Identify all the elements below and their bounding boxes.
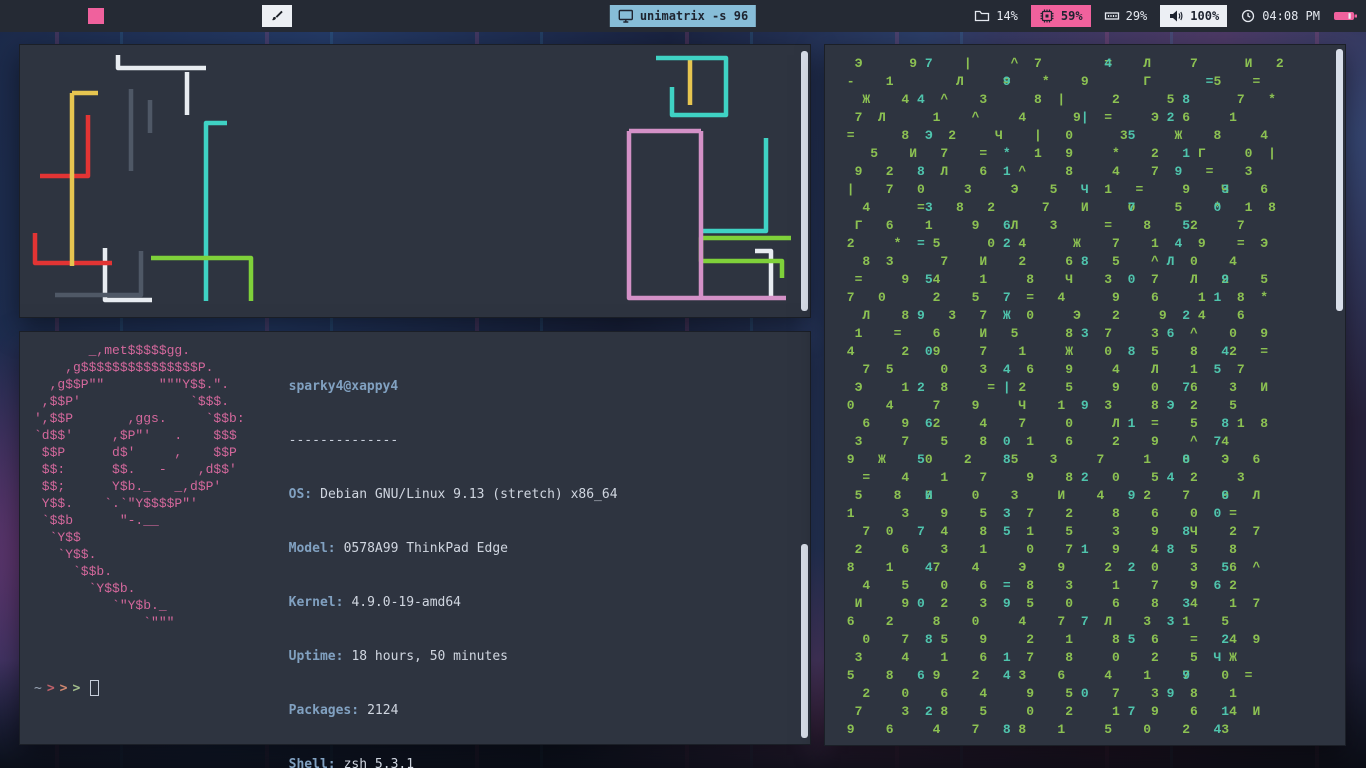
info-row-packages: Packages: 2124 bbox=[288, 703, 399, 718]
cpu-module[interactable]: 59% bbox=[1030, 5, 1091, 27]
info-row-shell: Shell: zsh 5.3.1 bbox=[288, 757, 415, 768]
matrix-terminal-window[interactable]: Э 9 | ^ 7 = Л 7 И 2 - 1 Л = * 9 Г 5 = Ж … bbox=[825, 45, 1345, 745]
launcher-module[interactable] bbox=[262, 5, 292, 27]
neofetch-output: _,met$$$$$gg. ,g$$$$$$$$$$$$$$$P. ,g$$P"… bbox=[34, 342, 794, 768]
speaker-icon bbox=[1170, 10, 1183, 22]
cpu-usage-text: 59% bbox=[1060, 9, 1083, 23]
prompt-chevron: > bbox=[46, 680, 55, 696]
top-bar: unimatrix -s 96 14% 59% 29% 100% 04:08 P… bbox=[0, 0, 1366, 32]
prompt-chevron: > bbox=[72, 680, 81, 696]
neofetch-scrollbar[interactable] bbox=[801, 544, 808, 738]
desktop: unimatrix -s 96 14% 59% 29% 100% 04:08 P… bbox=[0, 0, 1366, 768]
ram-icon bbox=[1104, 12, 1119, 20]
terminal-icon bbox=[618, 9, 634, 23]
info-row-uptime: Uptime: 18 hours, 50 minutes bbox=[288, 649, 508, 664]
info-row-kernel: Kernel: 4.9.0-19-amd64 bbox=[288, 595, 462, 610]
disk-module[interactable]: 14% bbox=[974, 5, 1018, 27]
battery-icon bbox=[1334, 12, 1357, 20]
matrix-rain-cyan: 7 4 9 = 4 8 | 2 Э 5 * 1 8 1 9 Ч 3 3 7 0 … bbox=[917, 56, 1230, 737]
matrix-scrollbar[interactable] bbox=[1336, 49, 1343, 311]
volume-module[interactable]: 100% bbox=[1160, 5, 1228, 27]
disk-usage-text: 14% bbox=[996, 9, 1018, 23]
cpu-icon bbox=[1040, 9, 1054, 23]
memory-usage-text: 29% bbox=[1125, 9, 1148, 23]
neofetch-title: sparky4@xappy4 bbox=[288, 379, 399, 394]
system-info: sparky4@xappy4 -------------- OS: Debian … bbox=[289, 342, 626, 768]
clock-module[interactable]: 04:08 PM bbox=[1240, 5, 1320, 27]
pipes-pink-group bbox=[626, 128, 786, 301]
pipes-cyan-group bbox=[203, 55, 769, 301]
bar-right-modules: 14% 59% 29% 100% 04:08 PM bbox=[974, 0, 1358, 32]
neofetch-terminal-window[interactable]: _,met$$$$$gg. ,g$$$$$$$$$$$$$$$P. ,g$$P"… bbox=[20, 332, 810, 768]
window-title-module[interactable]: unimatrix -s 96 bbox=[609, 5, 757, 27]
prompt-chevron: > bbox=[59, 680, 68, 696]
memory-module[interactable]: 29% bbox=[1104, 5, 1148, 27]
terminal-cursor bbox=[90, 680, 100, 696]
time-text: 04:08 PM bbox=[1262, 9, 1320, 23]
battery-module[interactable] bbox=[1333, 5, 1358, 27]
paintbrush-icon bbox=[271, 10, 283, 21]
info-row-os: OS: Debian GNU/Linux 9.13 (stretch) x86_6… bbox=[288, 487, 618, 502]
prompt-cwd: ~ bbox=[34, 680, 42, 696]
debian-ascii-art: _,met$$$$$gg. ,g$$$$$$$$$$$$$$$P. ,g$$P"… bbox=[34, 343, 245, 630]
folder-icon bbox=[975, 10, 990, 22]
pipes-art bbox=[32, 55, 791, 303]
info-row-model: Model: 0578A99 ThinkPad Edge bbox=[288, 541, 508, 556]
pipes-yellow-group bbox=[69, 59, 693, 266]
pipes-terminal-window[interactable] bbox=[20, 45, 810, 317]
volume-text: 100% bbox=[1190, 9, 1220, 23]
window-title-text: unimatrix -s 96 bbox=[639, 9, 749, 23]
pipes-scrollbar[interactable] bbox=[801, 51, 808, 311]
neofetch-separator: -------------- bbox=[288, 433, 399, 448]
pipes-green-group bbox=[151, 235, 791, 301]
clock-icon bbox=[1242, 9, 1255, 23]
workspace-indicator[interactable] bbox=[88, 8, 104, 24]
shell-prompt[interactable]: ~ > > > bbox=[34, 680, 100, 696]
